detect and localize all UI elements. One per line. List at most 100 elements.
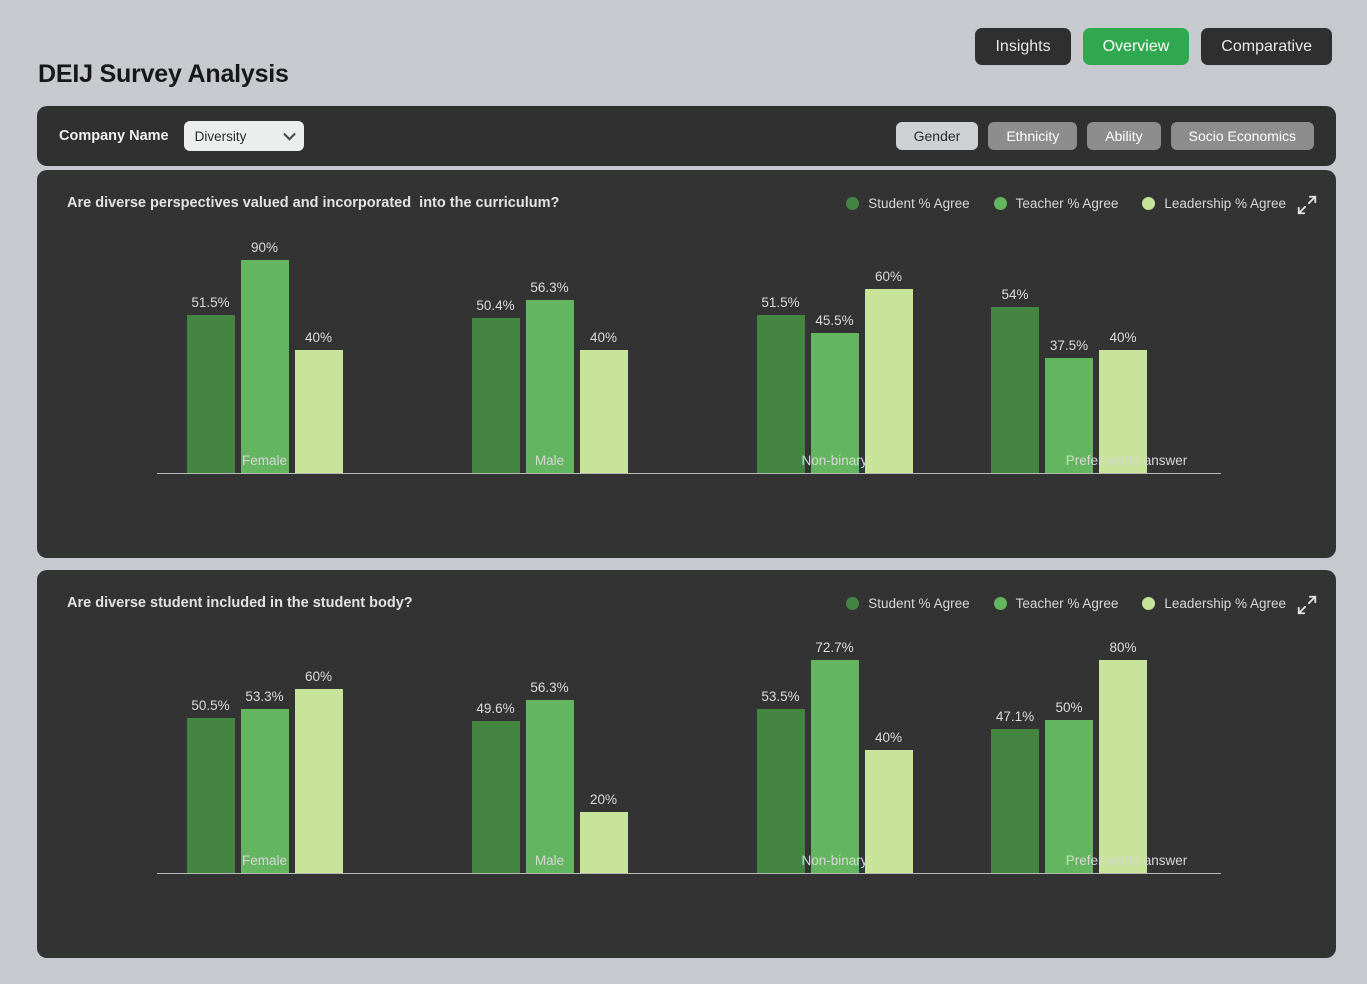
- bar-value-label: 54%: [1001, 287, 1029, 303]
- filter-button-socio-economics[interactable]: Socio Economics: [1170, 122, 1314, 150]
- bar[interactable]: [756, 314, 805, 474]
- legend-label: Teacher % Agree: [1015, 196, 1119, 211]
- bar-item[interactable]: 53.3%: [240, 640, 289, 874]
- bar-value-label: 20%: [589, 792, 618, 808]
- company-select-value: Diversity: [194, 128, 247, 144]
- x-axis-line: [157, 873, 1221, 874]
- bar-value-label: 49.6%: [476, 700, 515, 716]
- bar[interactable]: [240, 709, 289, 874]
- bar-item[interactable]: 40%: [579, 240, 628, 474]
- bar-value-label: 80%: [1109, 640, 1137, 655]
- group-axis-label: Prefer not to answer: [1065, 853, 1188, 868]
- filter-button-ability[interactable]: Ability: [1087, 122, 1161, 150]
- legend-item-student[interactable]: Student % Agree: [846, 196, 970, 211]
- bar-value-label: 56.3%: [530, 280, 569, 296]
- bar[interactable]: [991, 307, 1039, 474]
- group-axis-label: Male: [534, 453, 565, 468]
- filter-button-ethnicity[interactable]: Ethnicity: [988, 122, 1078, 150]
- bar-value-label: 72.7%: [815, 640, 854, 655]
- legend-color-dot: [993, 597, 1007, 610]
- bar-item[interactable]: 37.5%: [1045, 240, 1093, 474]
- filter-bar: Company Name Diversity Gender Ethnicity …: [37, 106, 1336, 166]
- legend-item-teacher[interactable]: Teacher % Agree: [993, 196, 1119, 211]
- bar-item[interactable]: 40%: [294, 240, 343, 474]
- bar-value-label: 40%: [874, 730, 903, 746]
- bar[interactable]: [864, 288, 913, 474]
- bar-value-label: 60%: [874, 268, 903, 284]
- expand-arrows-icon[interactable]: [1296, 194, 1318, 216]
- bar-group: 49.6% 56.3% 20% Male: [407, 640, 692, 874]
- legend-item-teacher[interactable]: Teacher % Agree: [993, 596, 1118, 611]
- bar-value-label: 40%: [589, 330, 618, 346]
- filter-button-gender[interactable]: Gender: [895, 122, 979, 150]
- bar-groups: 50.5% 53.3% 60% Female 49.6% 56.3% 20% Male 53.5…: [122, 640, 1276, 874]
- bar-item[interactable]: 60%: [864, 240, 913, 474]
- legend-color-dot: [846, 597, 860, 610]
- bar-item[interactable]: 60%: [294, 640, 343, 874]
- bar-item[interactable]: 50.4%: [471, 240, 520, 474]
- nav-tab-comparative[interactable]: Comparative: [1201, 28, 1332, 65]
- bar-groups: 51.5% 90% 40% Female 50.4% 56.3% 40% Male 51.5% 4…: [122, 240, 1276, 474]
- nav-tab-overview[interactable]: Overview: [1082, 28, 1190, 65]
- chart-title: Are diverse perspectives valued and inco…: [67, 195, 560, 211]
- bar[interactable]: [525, 300, 574, 474]
- bar-value-label: 40%: [304, 330, 333, 346]
- legend-label: Student % Agree: [868, 596, 970, 611]
- bar-group: 50.4% 56.3% 40% Male: [407, 240, 692, 474]
- group-axis-label: Non-binary: [801, 453, 868, 468]
- bar[interactable]: [471, 318, 520, 474]
- bar-group: 54% 37.5% 40% Prefer not to answer: [977, 240, 1276, 474]
- bar-item[interactable]: 56.3%: [525, 640, 574, 874]
- bar[interactable]: [810, 660, 859, 874]
- bar[interactable]: [1099, 660, 1147, 874]
- bar-item[interactable]: 53.5%: [756, 640, 805, 874]
- bar[interactable]: [756, 708, 805, 874]
- bar-value-label: 37.5%: [1049, 338, 1089, 354]
- bar-item[interactable]: 56.3%: [525, 240, 574, 474]
- nav-tab-insights[interactable]: Insights: [975, 28, 1071, 65]
- legend-label: Student % Agree: [868, 196, 970, 211]
- bar-value-label: 90%: [250, 240, 279, 255]
- expand-arrows-icon[interactable]: [1296, 594, 1318, 616]
- chart-card-curriculum: Are diverse perspectives valued and inco…: [37, 170, 1336, 558]
- bar-item[interactable]: 45.5%: [810, 240, 859, 474]
- bar-item[interactable]: 50.5%: [186, 640, 235, 874]
- bar-group: 50.5% 53.3% 60% Female: [122, 640, 407, 874]
- bar-item[interactable]: 40%: [1099, 240, 1147, 474]
- bar-item[interactable]: 47.1%: [991, 640, 1039, 874]
- top-navigation: Insights Overview Comparative: [975, 28, 1332, 65]
- bar-value-label: 47.1%: [995, 708, 1035, 724]
- bar-value-label: 51.5%: [761, 294, 800, 310]
- group-axis-label: Female: [241, 853, 287, 868]
- bar[interactable]: [240, 260, 289, 474]
- bar[interactable]: [186, 314, 235, 474]
- legend-item-leadership[interactable]: Leadership % Agree: [1142, 596, 1286, 611]
- bar[interactable]: [294, 688, 343, 874]
- bar-item[interactable]: 54%: [991, 240, 1039, 474]
- bar-group: 51.5% 90% 40% Female: [122, 240, 407, 474]
- bar-group: 53.5% 72.7% 40% Non-binary: [692, 640, 977, 874]
- bar[interactable]: [1045, 719, 1093, 874]
- legend-item-student[interactable]: Student % Agree: [846, 596, 970, 611]
- page-title: DEIJ Survey Analysis: [38, 60, 289, 88]
- bar[interactable]: [525, 700, 574, 874]
- bar-item[interactable]: 72.7%: [810, 640, 859, 874]
- bar-group: 51.5% 45.5% 60% Non-binary: [692, 240, 977, 474]
- chart-legend: Student % Agree Teacher % Agree Leadersh…: [846, 196, 1286, 211]
- bar[interactable]: [471, 720, 520, 874]
- legend-item-leadership[interactable]: Leadership % Agree: [1142, 196, 1286, 211]
- bar-item[interactable]: 51.5%: [756, 240, 805, 474]
- bar-item[interactable]: 51.5%: [186, 240, 235, 474]
- bar[interactable]: [186, 718, 235, 874]
- bar-item[interactable]: 90%: [240, 240, 289, 474]
- company-select[interactable]: Diversity: [183, 121, 304, 151]
- group-axis-label: Male: [534, 853, 565, 868]
- bar-item[interactable]: 50%: [1045, 640, 1093, 874]
- bar-item[interactable]: 40%: [864, 640, 913, 874]
- bar-item[interactable]: 20%: [579, 640, 628, 874]
- bar-value-label: 50.4%: [476, 298, 515, 314]
- group-axis-label: Female: [241, 453, 287, 468]
- company-name-label: Company Name: [59, 128, 169, 144]
- bar-item[interactable]: 80%: [1099, 640, 1147, 874]
- bar-item[interactable]: 49.6%: [471, 640, 520, 874]
